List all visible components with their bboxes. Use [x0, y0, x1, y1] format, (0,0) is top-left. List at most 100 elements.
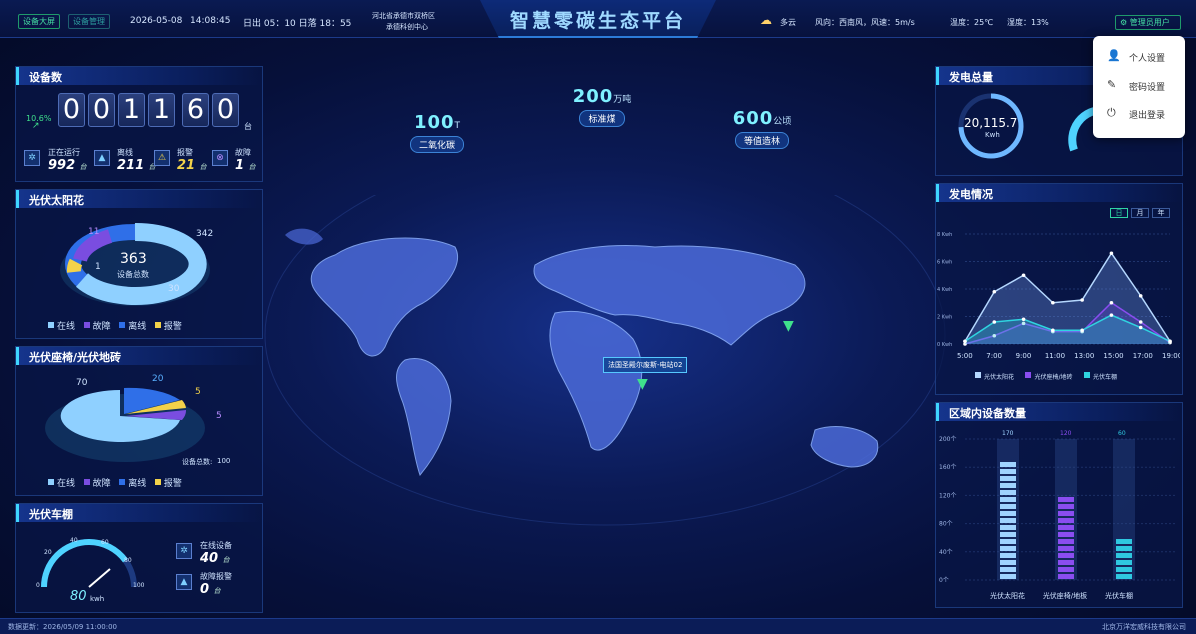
pv-bench-header: 光伏座椅/光伏地砖 — [16, 347, 262, 365]
emission-unit: 万吨 — [613, 95, 632, 105]
menu-item-logout[interactable]: ⏻ 退出登录 — [1093, 99, 1185, 127]
emission-unit: 公顷 — [773, 117, 792, 127]
gauge-tick: 20 — [44, 549, 52, 556]
y-tick-label: 4 Kwh — [937, 287, 952, 293]
map-marker-icon[interactable]: ▼ — [783, 318, 794, 334]
sun-text: 日出 05：10 日落 18：55 — [243, 19, 352, 29]
bar-segment — [1000, 567, 1016, 572]
bar-track — [1055, 439, 1077, 580]
stat-unit: 台 — [79, 163, 87, 171]
legend-label: 光伏座椅/地板 — [1042, 592, 1088, 600]
stat-running: 正在运行 992 台 — [48, 147, 87, 173]
tab-day[interactable]: 日 — [1110, 208, 1128, 218]
legend-label: 离线 — [128, 322, 147, 332]
data-point — [1168, 339, 1172, 344]
bar-segment — [1000, 469, 1016, 474]
bar-segment — [1058, 546, 1074, 551]
humidity-text: 湿度：13% — [1007, 18, 1049, 27]
digit: 0 — [88, 93, 115, 127]
bar-segment — [1000, 490, 1016, 495]
bar-segment — [1000, 476, 1016, 481]
menu-item-password[interactable]: ✎ 密码设置 — [1093, 71, 1185, 99]
bar-segment — [1000, 560, 1016, 565]
bar-segment — [1000, 483, 1016, 488]
bench-label-fault: 5 — [216, 411, 222, 421]
bar-segment — [1116, 539, 1132, 544]
bar-value-label: 60 — [1118, 430, 1126, 437]
menu-item-profile[interactable]: 👤 个人设置 — [1093, 42, 1185, 70]
admin-button[interactable]: ⚙ 管理员用户 — [1115, 15, 1181, 30]
top-bar: 设备大屏 设备管理 2026-05-08 14:08:45 日出 05：10 日… — [0, 0, 1196, 38]
region-title: 区域内设备数量 — [949, 407, 1026, 420]
bar-segment — [1000, 574, 1016, 579]
map-marker-label: 法国圣殿尔废斯-电站02 — [603, 357, 688, 373]
digit: 6 — [182, 93, 209, 127]
x-tick-label: 13:00 — [1074, 352, 1094, 360]
emission-value: 600 — [732, 108, 774, 129]
legend-label: 在线 — [57, 322, 76, 332]
tab-month[interactable]: 月 — [1131, 208, 1149, 218]
page-title-text: 智慧零碳生态平台 — [509, 10, 686, 32]
menu-item-label: 个人设置 — [1129, 54, 1166, 64]
x-tick-label: 5:00 — [957, 352, 973, 360]
bar-segment — [1000, 504, 1016, 509]
gen-area-chart: 0 Kwh 2 Kwh 4 Kwh 6 Kwh 8 Kwh 5:00 7:00 9:00 11:… — [937, 232, 1180, 360]
region-bar-chart: 0个 40个 80个 120个 160个 200个 170 120 60 — [939, 430, 1175, 584]
stat-label: 故障 — [235, 148, 251, 157]
legend-label: 离线 — [128, 479, 147, 489]
label-offline: 30 — [168, 284, 180, 294]
carport-stat-online: 在线设备 40 台 — [200, 540, 232, 566]
bar-track — [997, 439, 1019, 580]
x-tick-label: 9:00 — [1016, 352, 1032, 360]
bar-value-label: 120 — [1060, 430, 1072, 437]
legend-label: 光伏车棚 — [1092, 374, 1117, 381]
legend-label: 报警 — [163, 322, 182, 332]
legend-label: 光伏车棚 — [1104, 592, 1133, 600]
region-header: 区域内设备数量 — [936, 403, 1182, 421]
stat-unit: 台 — [248, 163, 256, 171]
bar-segment — [1000, 553, 1016, 558]
carport-stat-fault: 故障报警 0 台 — [200, 571, 232, 597]
emission-co2: 100T 二氧化碳 — [392, 112, 482, 153]
legend-label: 光伏太阳花 — [990, 592, 1025, 600]
gauge-needle — [88, 568, 111, 588]
y-tick-label: 80个 — [939, 521, 953, 528]
emission-label: 二氧化碳 — [409, 136, 464, 153]
weather-text: 多云 — [780, 18, 796, 27]
digit: 0 — [212, 93, 239, 127]
label-fault: 11 — [88, 227, 100, 237]
data-point — [1080, 298, 1084, 302]
donut-alarm-segment — [66, 258, 83, 273]
x-tick-label: 15:00 — [1103, 352, 1123, 360]
dashboard-button[interactable]: 设备大屏 — [18, 14, 60, 29]
menu-item-label: 密码设置 — [1129, 83, 1166, 93]
growth-arrow-icon: ↗ — [32, 121, 40, 131]
label-online: 342 — [196, 229, 214, 239]
map-marker-icon[interactable]: ▼ — [637, 376, 648, 392]
tab-year[interactable]: 年 — [1152, 208, 1170, 218]
bar-segment — [1000, 518, 1016, 523]
y-tick-label: 0个 — [939, 577, 949, 584]
data-point — [1080, 328, 1084, 333]
pv-bench-title: 光伏座椅/光伏地砖 — [29, 351, 122, 364]
pv-flower-header: 光伏太阳花 — [16, 190, 262, 208]
stat-label: 报警 — [177, 148, 193, 157]
bar-segment — [1000, 525, 1016, 530]
pv-flower-total: 363 — [120, 251, 147, 267]
pv-flower-legend: 在线 故障 离线 报警 — [48, 319, 182, 332]
bar-segment — [1058, 560, 1074, 565]
bar-segment — [1058, 511, 1074, 516]
emission-value: 200 — [572, 86, 614, 107]
stat-offline: 离线 211 台 — [117, 147, 156, 173]
emission-coal: 200万吨 标准煤 — [552, 86, 652, 127]
online-device-icon: ✲ — [176, 543, 192, 559]
bar-segment — [1116, 553, 1132, 558]
page-title: 智慧零碳生态平台 — [480, 0, 716, 38]
device-manage-button[interactable]: 设备管理 — [68, 14, 110, 29]
stat-label: 故障报警 — [200, 572, 232, 581]
data-point — [1109, 300, 1114, 305]
y-tick-label: 2 Kwh — [937, 315, 952, 321]
region-legend: 光伏太阳花 光伏座椅/地板 光伏车棚 — [990, 591, 1133, 601]
bench-label-online: 70 — [76, 378, 88, 388]
alarm-icon: ⚠ — [154, 150, 170, 166]
